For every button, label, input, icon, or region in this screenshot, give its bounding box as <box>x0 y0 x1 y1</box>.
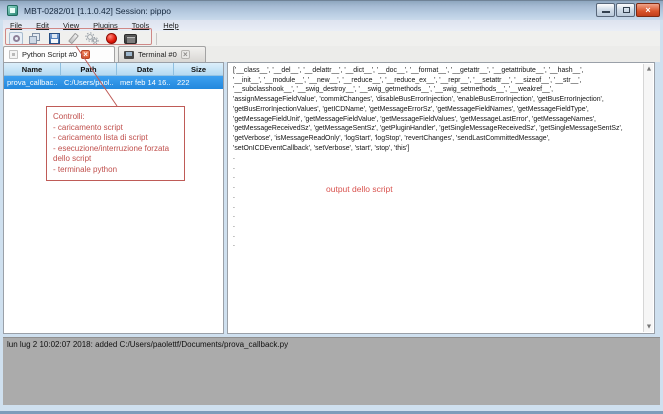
minimize-button[interactable] <box>596 3 615 17</box>
menu-help[interactable]: Help <box>156 20 185 31</box>
python-script-tab-icon <box>9 50 18 59</box>
tab-close-icon[interactable]: × <box>181 50 190 59</box>
controls-annotation-note: Controlli: - caricamento script - carica… <box>46 106 185 181</box>
status-log-area: lun lug 2 10:02:07 2018: added C:/Users/… <box>3 337 660 405</box>
terminal-tab-icon <box>124 51 134 59</box>
output-annotation-note: output dello script <box>326 184 393 194</box>
tab-label: Terminal #0 <box>138 50 177 59</box>
column-header-size[interactable]: Size <box>174 63 223 75</box>
maximize-button[interactable] <box>616 3 635 17</box>
app-icon <box>7 5 18 16</box>
scroll-up-icon[interactable]: ▲ <box>644 66 654 72</box>
maximize-icon <box>623 7 630 13</box>
script-output-dots: . . . . . . . . . . <box>233 153 638 250</box>
tab-bar: Python Script #0 × Terminal #0 × <box>3 46 660 62</box>
scroll-down-icon[interactable]: ▼ <box>644 324 654 330</box>
script-output-panel[interactable]: ['__class__', '__del__', '__delattr__', … <box>227 62 655 334</box>
window-title: MBT-0282/01 [1.1.0.42] Session: pippo <box>24 1 171 21</box>
tab-label: Python Script #0 <box>22 50 77 59</box>
cell-name: prova_callbac.. <box>4 76 61 89</box>
close-button[interactable]: × <box>636 3 660 17</box>
minimize-icon <box>602 11 610 13</box>
tab-close-icon[interactable]: × <box>81 50 90 59</box>
cell-path: C:/Users/paol.. <box>61 76 117 89</box>
column-header-date[interactable]: Date <box>117 63 174 75</box>
window-border <box>0 405 663 414</box>
toolbar-separator <box>156 33 157 45</box>
cell-date: mer feb 14 16.. <box>117 76 174 89</box>
cell-size: 222 <box>174 76 223 89</box>
table-row[interactable]: prova_callbac.. C:/Users/paol.. mer feb … <box>4 76 223 89</box>
script-output-text: ['__class__', '__del__', '__delattr__', … <box>233 66 638 153</box>
status-message: lun lug 2 10:02:07 2018: added C:/Users/… <box>3 338 660 351</box>
tab-python-script[interactable]: Python Script #0 × <box>3 46 115 62</box>
script-file-panel: Name Path Date Size prova_callbac.. C:/U… <box>3 62 224 334</box>
window-border <box>0 20 3 414</box>
tab-terminal[interactable]: Terminal #0 × <box>118 46 206 62</box>
vertical-scrollbar[interactable]: ▲ ▼ <box>643 64 653 332</box>
title-bar: MBT-0282/01 [1.1.0.42] Session: pippo × <box>0 0 663 20</box>
toolbar-annotation-rect <box>5 28 152 45</box>
column-header-path[interactable]: Path <box>61 63 117 75</box>
column-header-name[interactable]: Name <box>4 63 61 75</box>
table-header: Name Path Date Size <box>4 63 223 76</box>
